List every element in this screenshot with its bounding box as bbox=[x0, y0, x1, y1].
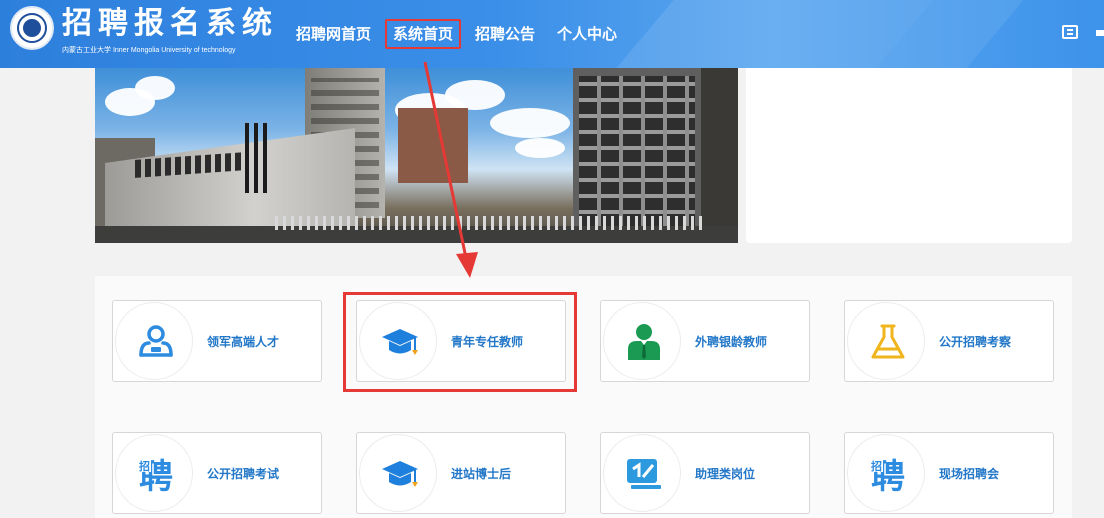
nav-recruit-home[interactable]: 招聘网首页 bbox=[296, 24, 371, 44]
icon-circle bbox=[847, 302, 925, 380]
nav-personal-center[interactable]: 个人中心 bbox=[557, 24, 617, 44]
card-postdoc[interactable]: 进站博士后 bbox=[356, 432, 566, 514]
onsite-recruit-icon: 聘 招 bbox=[870, 457, 905, 493]
graduation-cap-icon bbox=[382, 329, 418, 355]
login-icon[interactable] bbox=[1062, 25, 1078, 39]
graduation-cap-icon bbox=[382, 461, 418, 487]
icon-circle: 聘 招 bbox=[115, 434, 193, 512]
header-edge-widget bbox=[1096, 30, 1104, 36]
recruit-exam-icon: 聘 招 bbox=[138, 457, 173, 493]
cloud bbox=[445, 80, 505, 110]
gate-pillars bbox=[245, 123, 269, 193]
main-nav: 招聘网首页 系统首页 招聘公告 个人中心 bbox=[296, 19, 639, 49]
nav-announcements[interactable]: 招聘公告 bbox=[475, 24, 535, 44]
card-label: 现场招聘会 bbox=[939, 467, 1000, 481]
card-assistant-post[interactable]: 助理类岗位 bbox=[600, 432, 810, 514]
icon-circle bbox=[115, 302, 193, 380]
system-title: 招聘报名系统 bbox=[62, 6, 278, 41]
icon-circle bbox=[603, 434, 681, 512]
icon-circle bbox=[359, 434, 437, 512]
recruit-small-glyph: 招 bbox=[871, 459, 882, 473]
card-label: 公开招聘考试 bbox=[207, 467, 280, 481]
university-seal-logo[interactable] bbox=[10, 6, 54, 50]
seal-core bbox=[23, 19, 41, 37]
card-label: 领军高端人才 bbox=[207, 335, 280, 349]
university-subtitle: 内蒙古工业大学 Inner Mongolia University of tec… bbox=[62, 47, 236, 54]
card-open-inspection[interactable]: 公开招聘考察 bbox=[844, 300, 1054, 382]
flask-icon bbox=[871, 324, 905, 359]
card-young-teacher[interactable]: 青年专任教师 bbox=[356, 300, 566, 382]
card-onsite-fair[interactable]: 聘 招 现场招聘会 bbox=[844, 432, 1054, 514]
cloud bbox=[490, 108, 570, 138]
card-open-exam[interactable]: 聘 招 公开招聘考试 bbox=[112, 432, 322, 514]
card-label: 公开招聘考察 bbox=[939, 335, 1012, 349]
campus-banner-image bbox=[95, 68, 738, 243]
leader-person-icon bbox=[139, 325, 173, 357]
card-label: 助理类岗位 bbox=[695, 467, 756, 481]
card-label: 进站博士后 bbox=[451, 467, 512, 481]
card-label: 青年专任教师 bbox=[451, 335, 524, 349]
cloud bbox=[515, 138, 565, 158]
assistant-post-icon bbox=[627, 459, 661, 489]
person-suit-icon bbox=[628, 324, 660, 360]
card-leader-talent[interactable]: 领军高端人才 bbox=[112, 300, 322, 382]
recruit-small-glyph: 招 bbox=[139, 459, 150, 473]
side-info-panel bbox=[746, 68, 1072, 243]
card-retired-teacher[interactable]: 外聘银龄教师 bbox=[600, 300, 810, 382]
card-label: 外聘银龄教师 bbox=[695, 335, 768, 349]
icon-circle: 聘 招 bbox=[847, 434, 925, 512]
building bbox=[701, 68, 738, 243]
nav-system-home[interactable]: 系统首页 bbox=[385, 19, 462, 49]
fence bbox=[275, 216, 705, 230]
cloud bbox=[135, 76, 175, 100]
icon-circle bbox=[603, 302, 681, 380]
building bbox=[398, 108, 468, 183]
top-header: 招聘报名系统 内蒙古工业大学 Inner Mongolia University… bbox=[0, 0, 1104, 68]
icon-circle bbox=[359, 302, 437, 380]
